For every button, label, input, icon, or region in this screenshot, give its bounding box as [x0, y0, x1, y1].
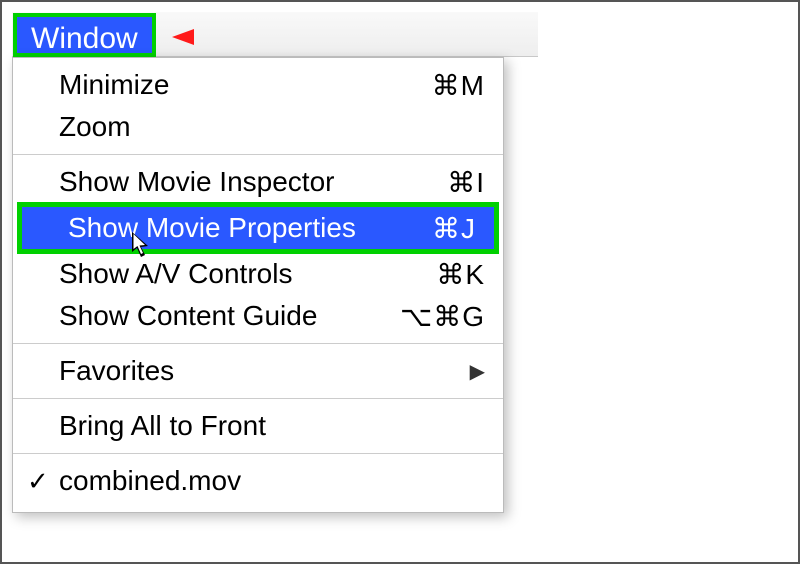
- menu-item-show-content-guide[interactable]: Show Content Guide ⌥⌘G: [13, 295, 503, 337]
- menu-item-label: Show Movie Inspector: [59, 166, 447, 198]
- menu-item-show-movie-properties[interactable]: Show Movie Properties ⌘J: [22, 207, 494, 249]
- menu-item-label: Bring All to Front: [59, 410, 485, 442]
- menu-separator: [13, 398, 503, 399]
- window-menu-dropdown: Minimize ⌘M Zoom Show Movie Inspector ⌘I…: [12, 57, 504, 513]
- menu-separator: [13, 343, 503, 344]
- menu-item-shortcut: ⌘M: [432, 69, 485, 102]
- menu-item-show-av-controls[interactable]: Show A/V Controls ⌘K: [13, 253, 503, 295]
- menu-separator: [13, 154, 503, 155]
- menu-item-shortcut: ⌘J: [432, 212, 476, 245]
- menu-item-favorites[interactable]: Favorites ▶: [13, 350, 503, 392]
- submenu-arrow-icon: ▶: [470, 359, 485, 384]
- menu-item-window-document[interactable]: ✓ combined.mov: [13, 460, 503, 502]
- menu-item-label: Favorites: [59, 355, 470, 387]
- highlight-box: Show Movie Properties ⌘J: [17, 202, 499, 254]
- menu-item-label: Zoom: [59, 111, 485, 143]
- menu-item-label: Show Content Guide: [59, 300, 400, 332]
- menu-item-zoom[interactable]: Zoom: [13, 106, 503, 148]
- menu-item-label: combined.mov: [59, 465, 485, 497]
- menu-item-minimize[interactable]: Minimize ⌘M: [13, 64, 503, 106]
- menu-item-shortcut: ⌥⌘G: [400, 300, 485, 333]
- screenshot-canvas: Window Minimize ⌘M Zoom Show Movie Inspe…: [0, 0, 800, 564]
- menu-item-label: Show A/V Controls: [59, 258, 436, 290]
- menu-item-label: Minimize: [59, 69, 432, 101]
- menu-item-shortcut: ⌘K: [436, 258, 485, 291]
- menu-item-bring-all-to-front[interactable]: Bring All to Front: [13, 405, 503, 447]
- menu-item-shortcut: ⌘I: [447, 166, 485, 199]
- menu-title-window[interactable]: Window: [13, 13, 156, 57]
- menu-separator: [13, 453, 503, 454]
- menu-item-show-movie-inspector[interactable]: Show Movie Inspector ⌘I: [13, 161, 503, 203]
- menu-item-label: Show Movie Properties: [68, 212, 432, 244]
- checkmark-icon: ✓: [27, 466, 49, 497]
